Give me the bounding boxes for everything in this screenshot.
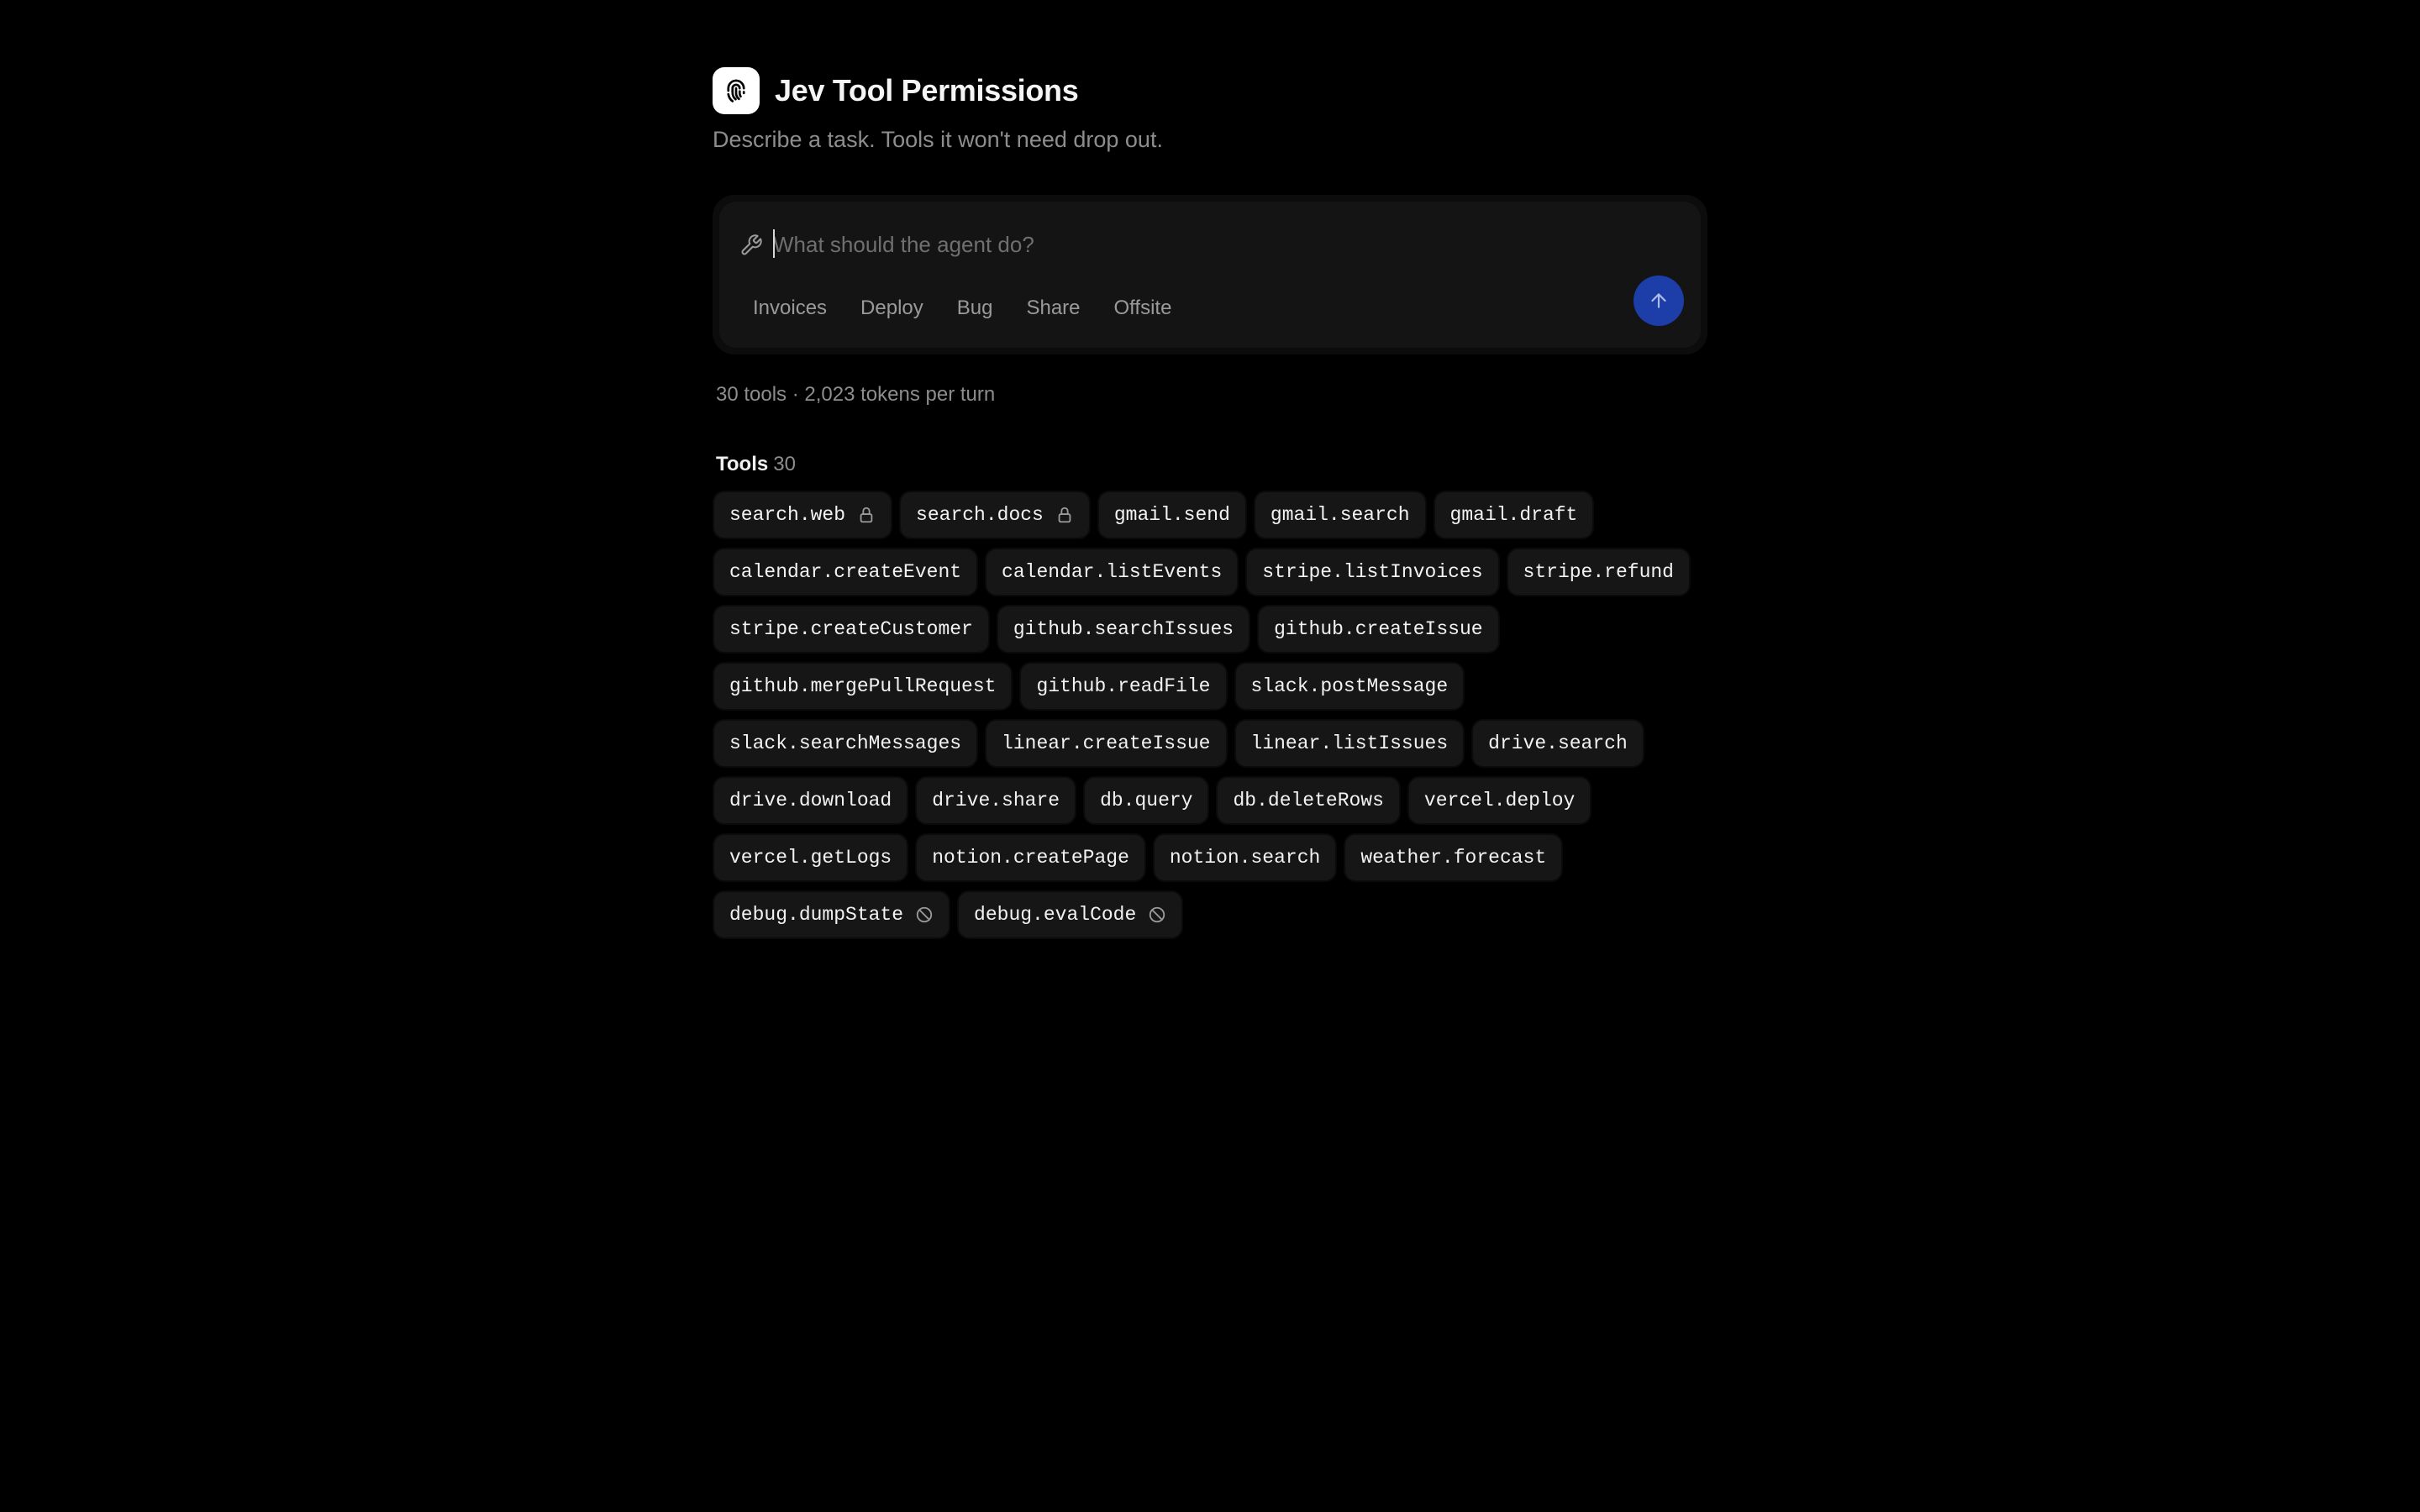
tool-name: notion.createPage (932, 847, 1129, 869)
tool-name: calendar.createEvent (729, 561, 962, 583)
tool-pill[interactable]: gmail.draft (1433, 491, 1595, 539)
tool-name: debug.dumpState (729, 904, 904, 926)
tool-name: debug.evalCode (974, 904, 1137, 926)
tool-pill[interactable]: slack.postMessage (1234, 662, 1465, 711)
blocked-icon (903, 906, 934, 924)
tool-pill[interactable]: github.searchIssues (996, 605, 1251, 654)
tool-pill[interactable]: notion.search (1152, 833, 1338, 882)
tools-heading: Tools 30 (716, 450, 1707, 479)
tool-name: gmail.send (1113, 504, 1230, 526)
tool-pill[interactable]: drive.download (713, 776, 909, 825)
tool-name: stripe.refund (1523, 561, 1674, 583)
tool-pill[interactable]: calendar.createEvent (713, 548, 979, 596)
tool-pill[interactable]: search.web (713, 491, 893, 539)
main-column: Jev Tool Permissions Describe a task. To… (713, 67, 1707, 948)
tool-pill[interactable]: debug.evalCode (957, 890, 1184, 939)
tool-name: stripe.createCustomer (729, 618, 973, 640)
tool-pill[interactable]: drive.share (915, 776, 1077, 825)
tool-pill[interactable]: vercel.deploy (1407, 776, 1592, 825)
tool-name: search.docs (916, 504, 1044, 526)
header: Jev Tool Permissions (713, 67, 1707, 114)
page: Jev Tool Permissions Describe a task. To… (0, 0, 2420, 1512)
tool-pill[interactable]: db.query (1083, 776, 1210, 825)
tool-name: drive.search (1488, 732, 1628, 754)
suggestion-deploy[interactable]: Deploy (850, 289, 934, 328)
tool-name: slack.postMessage (1250, 675, 1449, 697)
tool-name: vercel.deploy (1423, 790, 1576, 811)
tool-name: db.deleteRows (1233, 790, 1384, 811)
suggestion-chips: Invoices Deploy Bug Share Offsite (743, 289, 1195, 328)
tool-name: github.mergePullRequest (729, 675, 997, 697)
tool-name: vercel.getLogs (729, 847, 892, 869)
tool-name: notion.search (1169, 847, 1321, 869)
tool-name: github.searchIssues (1013, 618, 1234, 640)
tool-pill[interactable]: stripe.createCustomer (713, 605, 990, 654)
suggestion-share[interactable]: Share (1016, 289, 1090, 328)
tools-label: Tools (716, 453, 769, 475)
suggestion-invoices[interactable]: Invoices (743, 289, 837, 328)
wrench-icon (741, 234, 762, 255)
blocked-icon (1136, 906, 1166, 924)
tool-pill[interactable]: github.createIssue (1257, 605, 1500, 654)
tool-name: gmail.search (1270, 504, 1410, 526)
tool-name: drive.share (932, 790, 1060, 811)
task-input[interactable] (773, 223, 1613, 265)
tool-name: github.createIssue (1274, 618, 1483, 640)
tool-name: linear.listIssues (1250, 732, 1449, 754)
tool-name: slack.searchMessages (729, 732, 962, 754)
lock-icon (1044, 506, 1074, 524)
tool-name: linear.createIssue (1002, 732, 1211, 754)
tools-count: 30 (773, 453, 796, 475)
tool-pill[interactable]: gmail.send (1097, 491, 1247, 539)
composer-inner: Invoices Deploy Bug Share Offsite (719, 202, 1701, 348)
send-button[interactable] (1634, 276, 1684, 326)
composer: Invoices Deploy Bug Share Offsite (713, 195, 1707, 354)
tool-pill[interactable]: vercel.getLogs (713, 833, 909, 882)
suggestion-offsite[interactable]: Offsite (1104, 289, 1182, 328)
tool-pill[interactable]: slack.searchMessages (713, 719, 979, 768)
tool-name: calendar.listEvents (1002, 561, 1223, 583)
page-title: Jev Tool Permissions (775, 73, 1079, 108)
tool-pill[interactable]: calendar.listEvents (985, 548, 1239, 596)
text-caret (773, 229, 775, 258)
tool-pill[interactable]: notion.createPage (915, 833, 1146, 882)
tool-pill[interactable]: debug.dumpState (713, 890, 951, 939)
tool-pill[interactable]: weather.forecast (1344, 833, 1564, 882)
arrow-up-icon (1651, 293, 1666, 308)
fingerprint-icon (713, 67, 760, 114)
suggestion-bug[interactable]: Bug (947, 289, 1003, 328)
tool-pill[interactable]: search.docs (899, 491, 1091, 539)
tool-list: search.web search.docs gmail.send gmail.sea… (713, 491, 1707, 948)
tool-name: gmail.draft (1449, 504, 1578, 526)
tool-pill[interactable]: gmail.search (1253, 491, 1427, 539)
tool-pill[interactable]: stripe.refund (1506, 548, 1691, 596)
tool-pill[interactable]: linear.createIssue (985, 719, 1228, 768)
tool-pill[interactable]: github.readFile (1019, 662, 1228, 711)
tool-pill[interactable]: linear.listIssues (1234, 719, 1465, 768)
tool-pill[interactable]: drive.search (1471, 719, 1644, 768)
tool-name: stripe.listInvoices (1262, 561, 1483, 583)
tool-pill[interactable]: github.mergePullRequest (713, 662, 1013, 711)
tool-name: github.readFile (1036, 675, 1211, 697)
tool-name: drive.download (729, 790, 892, 811)
page-subtitle: Describe a task. Tools it won't need dro… (713, 127, 1163, 152)
token-stats: 30 tools · 2,023 tokens per turn (716, 383, 996, 406)
tool-name: search.web (729, 504, 846, 526)
tool-name: weather.forecast (1360, 847, 1547, 869)
tool-name: db.query (1100, 790, 1193, 811)
tool-pill[interactable]: db.deleteRows (1216, 776, 1401, 825)
lock-icon (845, 506, 876, 524)
tool-pill[interactable]: stripe.listInvoices (1245, 548, 1500, 596)
